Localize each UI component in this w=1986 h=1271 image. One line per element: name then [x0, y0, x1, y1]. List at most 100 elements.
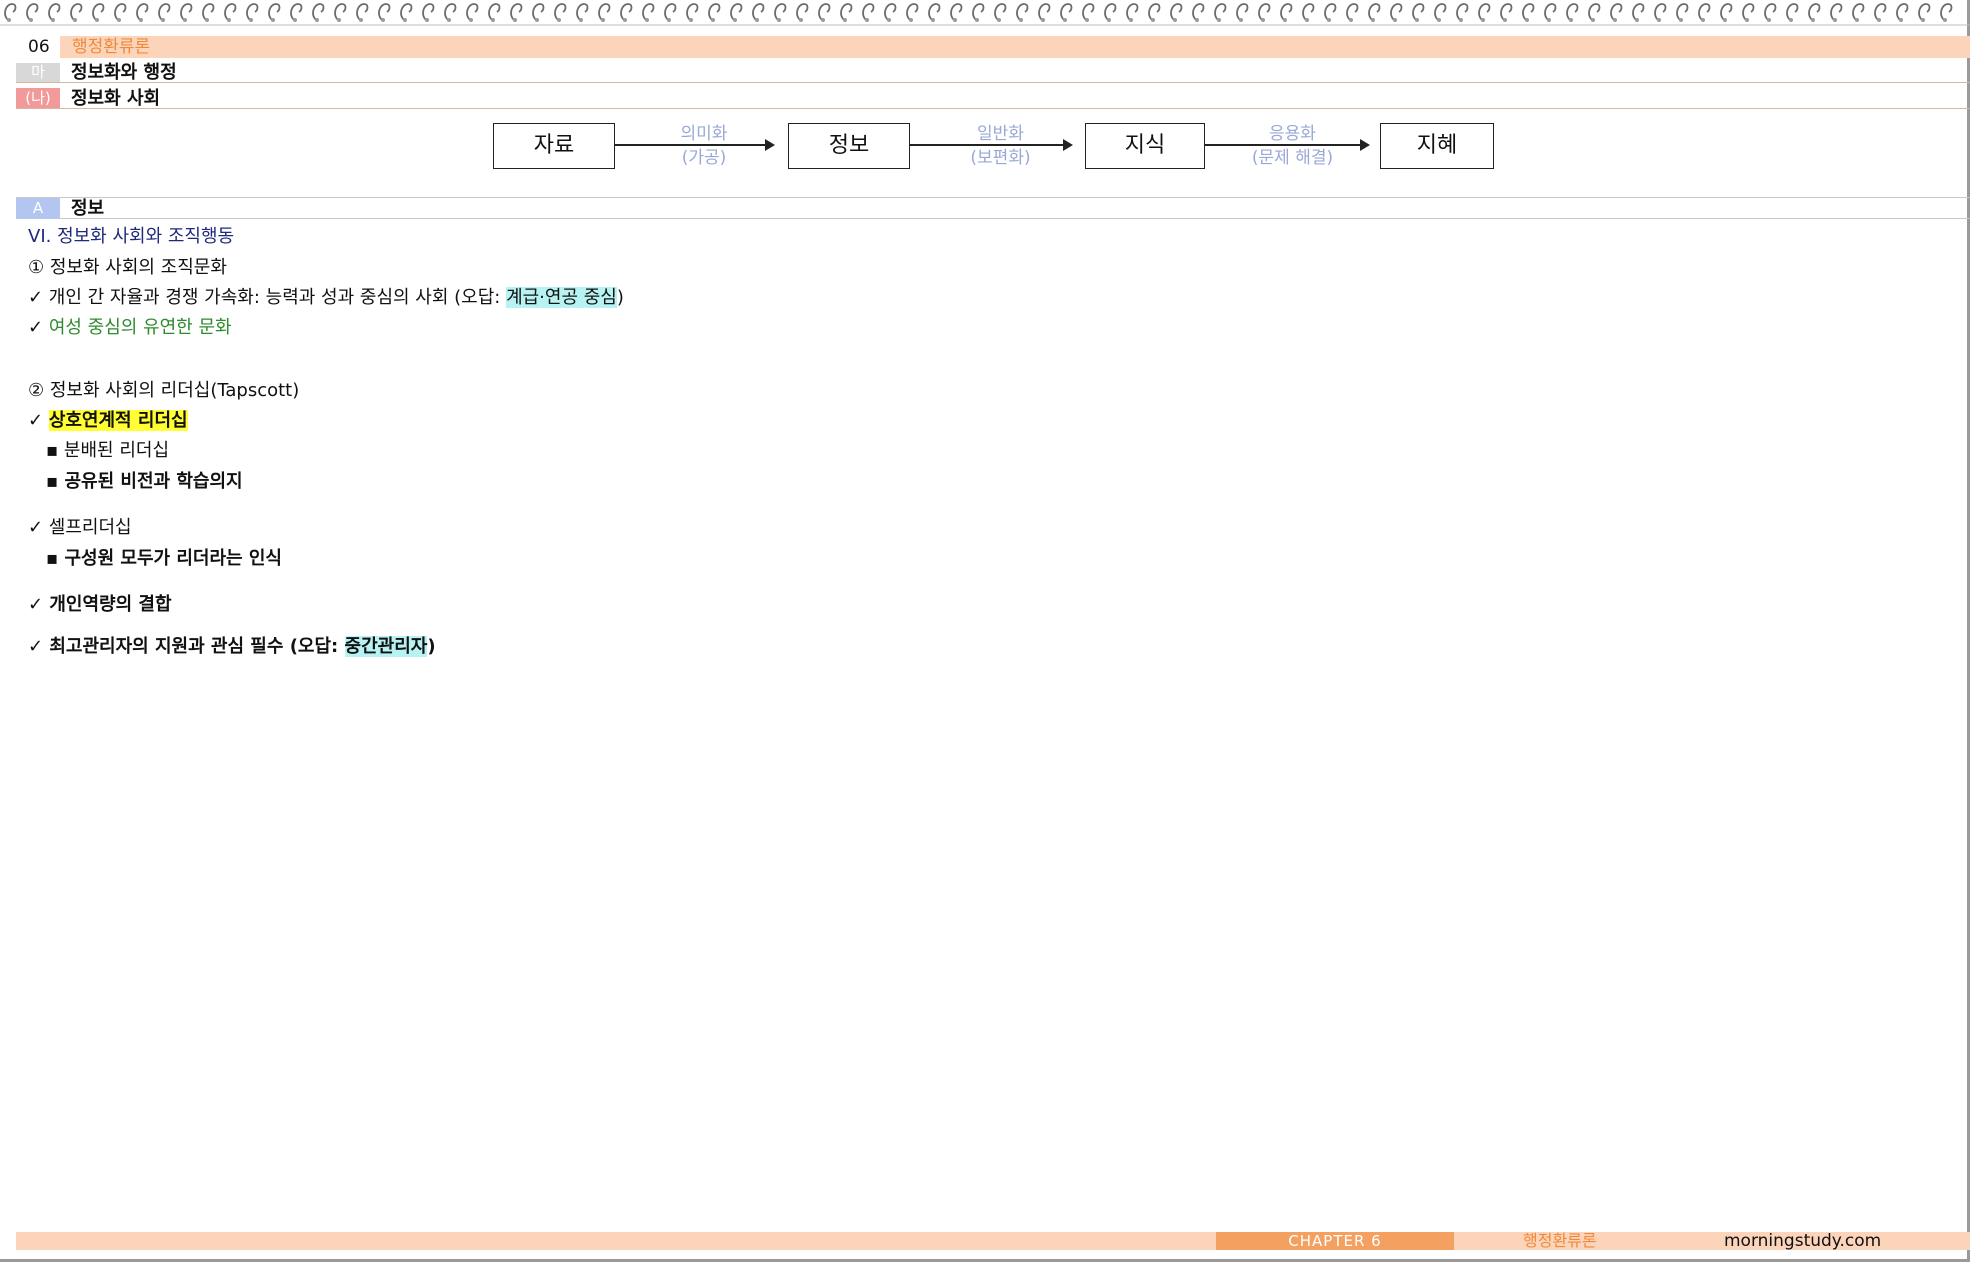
footer-title: 행정환류론	[1523, 1231, 1597, 1250]
binding-ring	[1390, 3, 1403, 21]
binding-ring	[1214, 3, 1227, 21]
binding-hole	[1855, 18, 1859, 22]
binding-hole	[1767, 18, 1771, 22]
binding-hole	[227, 18, 231, 22]
flow-label-1-bottom: (가공)	[681, 148, 727, 168]
binding-ring	[1302, 3, 1315, 21]
binding-ring	[1324, 3, 1337, 21]
binding-ring	[1786, 3, 1799, 21]
binding-hole	[1173, 18, 1177, 22]
binding-hole	[953, 18, 957, 22]
binding-ring	[1368, 3, 1381, 21]
footer-chapter: CHAPTER 6	[1216, 1232, 1454, 1250]
binding-ring	[1126, 3, 1139, 21]
binding-hole	[1041, 18, 1045, 22]
binding-ring	[1456, 3, 1469, 21]
binding-ring	[1082, 3, 1095, 21]
binding-ring	[1720, 3, 1733, 21]
topic-header: A 정보	[16, 197, 1970, 219]
flow-label-3-bottom: (문제 해결)	[1251, 148, 1334, 168]
binding-ring	[1764, 3, 1777, 21]
binding-hole	[1811, 18, 1815, 22]
binding-hole	[975, 18, 979, 22]
binding-hole	[337, 18, 341, 22]
binding-ring	[224, 3, 237, 21]
binding-hole	[1745, 18, 1749, 22]
binding-hole	[1613, 18, 1617, 22]
binding-hole	[557, 18, 561, 22]
binding-ring	[1676, 3, 1689, 21]
binding-ring	[620, 3, 633, 21]
binding-ring	[708, 3, 721, 21]
binding-hole	[865, 18, 869, 22]
flow-box-knowledge: 지식	[1085, 123, 1205, 169]
flow-box-wisdom: 지혜	[1380, 123, 1494, 169]
binding-ring	[1654, 3, 1667, 21]
binding-ring	[1698, 3, 1711, 21]
binding-ring	[1038, 3, 1051, 21]
binding-ring	[686, 3, 699, 21]
binding-hole	[997, 18, 1001, 22]
binding-ring	[1412, 3, 1425, 21]
binding-hole	[315, 18, 319, 22]
check-item-flexible-culture: ✓ 여성 중심의 유연한 문화	[28, 316, 232, 340]
binding-ring	[1060, 3, 1073, 21]
bullet-distributed-leadership: ▪ 분배된 리더십	[46, 440, 170, 461]
binding-hole	[645, 18, 649, 22]
key-term-highlight: 상호연계적 리더십	[48, 410, 188, 431]
binding-ring	[554, 3, 567, 21]
binding-hole	[1393, 18, 1397, 22]
list-item-org-culture: ① 정보화 사회의 조직문화	[28, 257, 227, 278]
binding-ring	[598, 3, 611, 21]
binding-hole	[931, 18, 935, 22]
binding-ring	[994, 3, 1007, 21]
binding-hole	[425, 18, 429, 22]
binding-hole	[1789, 18, 1793, 22]
binding-hole	[1151, 18, 1155, 22]
binding-hole	[1525, 18, 1529, 22]
binding-hole	[1371, 18, 1375, 22]
binding-hole	[513, 18, 517, 22]
binding-hole	[1679, 18, 1683, 22]
binding-hole	[1591, 18, 1595, 22]
binding-ring	[268, 3, 281, 21]
binding-hole	[271, 18, 275, 22]
subsection-title: 정보화 사회	[71, 88, 161, 109]
binding-ring	[1940, 3, 1953, 21]
chapter-number: 06	[16, 36, 60, 58]
binding-hole	[1701, 18, 1705, 22]
binding-hole	[1899, 18, 1903, 22]
binding-ring	[334, 3, 347, 21]
footer-site: morningstudy.com	[1724, 1231, 1882, 1251]
binding-ring	[1016, 3, 1029, 21]
binding-ring	[1258, 3, 1271, 21]
binding-ring	[1544, 3, 1557, 21]
binding-hole	[1261, 18, 1265, 22]
binding-ring	[730, 3, 743, 21]
binding-hole	[403, 18, 407, 22]
binding-ring	[884, 3, 897, 21]
spiral-binding	[0, 3, 1970, 26]
binding-ring	[532, 3, 545, 21]
binding-ring	[1500, 3, 1513, 21]
binding-ring	[1148, 3, 1161, 21]
binding-ring	[1874, 3, 1887, 21]
binding-ring	[136, 3, 149, 21]
binding-hole	[887, 18, 891, 22]
binding-hole	[1921, 18, 1925, 22]
binding-hole	[139, 18, 143, 22]
binding-hole	[733, 18, 737, 22]
binding-hole	[293, 18, 297, 22]
binding-ring	[488, 3, 501, 21]
flow-label-2-top: 일반화	[977, 124, 1024, 144]
binding-ring	[818, 3, 831, 21]
binding-hole	[843, 18, 847, 22]
binding-hole	[1063, 18, 1067, 22]
binding-hole	[755, 18, 759, 22]
binding-ring	[4, 3, 17, 21]
binding-hole	[469, 18, 473, 22]
binding-hole	[1503, 18, 1507, 22]
section-title: 정보화와 행정	[71, 62, 177, 83]
binding-ring	[422, 3, 435, 21]
binding-ring	[1478, 3, 1491, 21]
